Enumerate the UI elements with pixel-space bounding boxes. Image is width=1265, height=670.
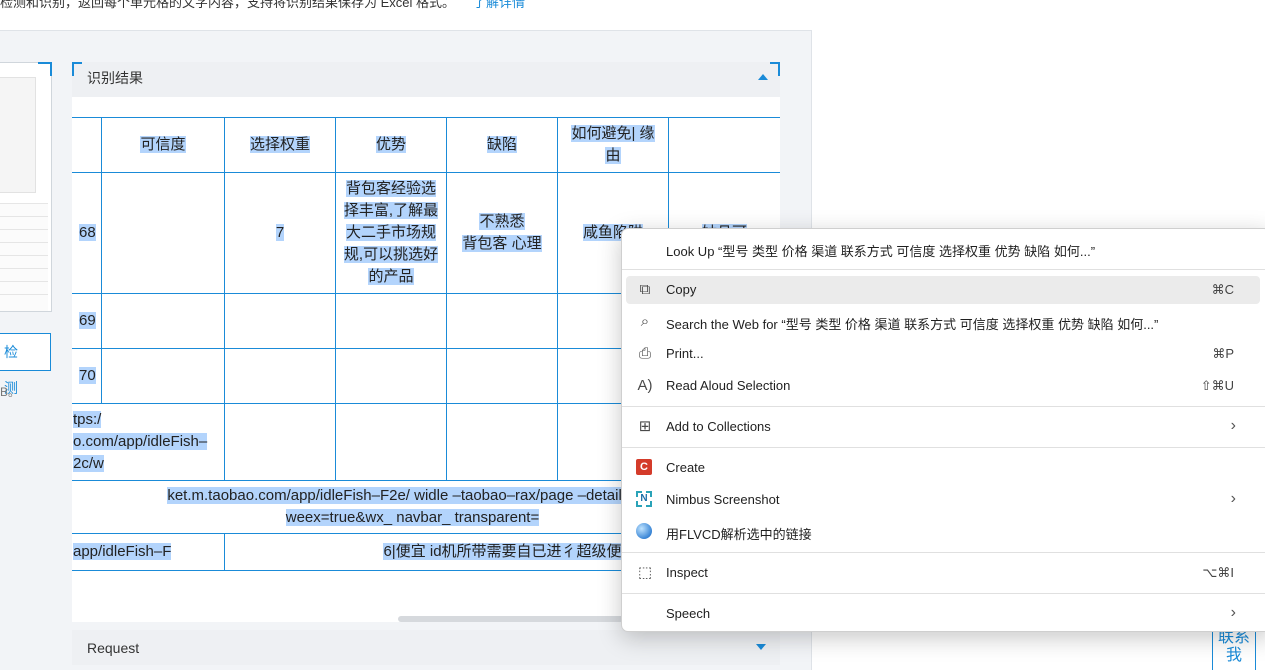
table-cell [101, 293, 225, 349]
menu-label: Read Aloud Selection [666, 378, 791, 393]
table-header-cell [668, 117, 780, 173]
menu-item-copy[interactable]: ⧉ Copy ⌘C [626, 276, 1260, 304]
menu-item-nimbus-screenshot[interactable]: N Nimbus Screenshot › [626, 486, 1260, 514]
table-cell [224, 348, 336, 404]
table-cell [224, 293, 336, 349]
table-header-row: 可信度 选择权重 优势 缺陷 如何避免| 缘由 [72, 117, 780, 173]
result-title: 识别结果 [87, 70, 143, 86]
menu-label: Copy [666, 282, 697, 297]
page: 检测和识别，返回每个单元格的文字内容，支持将识别结果保存为 Excel 格式。 了… [0, 0, 1265, 670]
read-aloud-icon: A) [637, 377, 653, 394]
table-cell: 69 [72, 293, 102, 349]
table-cell [72, 117, 102, 173]
menu-label: Look Up “型号 类型 价格 渠道 联系方式 可信度 选择权重 优势 缺陷… [666, 244, 1096, 259]
menu-item-add-collections[interactable]: ⊞ Add to Collections › [626, 413, 1260, 441]
menu-label: 用FLVCD解析选中的链接 [666, 527, 812, 542]
document-preview [0, 77, 36, 193]
size-note: B。 [0, 385, 21, 399]
menu-item-print[interactable]: ⎙ Print... ⌘P [626, 340, 1260, 368]
table-header-cell: 如何避免| 缘由 [557, 117, 669, 173]
service-description: 检测和识别，返回每个单元格的文字内容，支持将识别结果保存为 Excel 格式。 了… [0, 0, 525, 10]
menu-separator [622, 447, 1265, 448]
table-header-cell: 可信度 [101, 117, 225, 173]
printer-icon: ⎙ [638, 345, 651, 362]
table-cell [446, 293, 558, 349]
menu-label: Inspect [666, 565, 708, 580]
table-header-cell: 缺陷 [446, 117, 558, 173]
menu-shortcut: ⌥⌘I [1202, 565, 1234, 580]
request-title: Request [87, 640, 140, 656]
table-cell [446, 403, 558, 481]
table-cell [101, 172, 225, 294]
table-cell [335, 403, 447, 481]
result-header[interactable]: 识别结果 [72, 62, 780, 97]
table-cell: 68 [72, 172, 102, 294]
menu-item-read-aloud[interactable]: A) Read Aloud Selection ⇧⌘U [626, 372, 1260, 400]
table-cell: 70 [72, 348, 102, 404]
create-extension-icon: C [636, 459, 652, 475]
menu-shortcut: ⌘C [1211, 282, 1234, 297]
table-cell [335, 293, 447, 349]
table-cell: 7 [224, 172, 336, 294]
table-cell: 背包客经验选择丰富,了解最大二手市场规规,可以挑选好的产品 [335, 172, 447, 294]
context-menu: Look Up “型号 类型 价格 渠道 联系方式 可信度 选择权重 优势 缺陷… [621, 228, 1265, 632]
menu-label: Speech [666, 606, 711, 621]
menu-item-flvcd[interactable]: 用FLVCD解析选中的链接 [626, 518, 1260, 546]
menu-label: Create [666, 460, 706, 475]
table-cell [335, 348, 447, 404]
table-header-cell: 优势 [335, 117, 447, 173]
menu-separator [622, 269, 1265, 270]
menu-item-speech[interactable]: Speech › [626, 600, 1260, 628]
flvcd-globe-icon [636, 523, 652, 539]
submenu-chevron-icon: › [1230, 490, 1236, 507]
request-section-header[interactable]: Request [72, 630, 780, 665]
menu-item-inspect[interactable]: ⬚ Inspect ⌥⌘I [626, 559, 1260, 587]
menu-label: Print... [666, 346, 704, 361]
horizontal-scrollbar[interactable] [398, 616, 628, 622]
menu-item-create[interactable]: C Create [626, 454, 1260, 482]
menu-separator [622, 552, 1265, 553]
panel-corner-right [770, 62, 780, 76]
document-preview-table [0, 203, 48, 311]
table-cell: 不熟悉 背包客 心理 [446, 172, 558, 294]
nimbus-icon: N [636, 491, 652, 507]
menu-item-search-web[interactable]: ⌕ Search the Web for “型号 类型 价格 渠道 联系方式 可… [626, 308, 1260, 336]
submenu-chevron-icon: › [1230, 417, 1236, 434]
inspect-icon: ⬚ [637, 564, 653, 581]
thumbnail-corner-marker [38, 62, 52, 76]
menu-label: Add to Collections [666, 419, 771, 434]
menu-separator [622, 593, 1265, 594]
menu-separator [622, 406, 1265, 407]
expand-arrow-icon[interactable] [756, 644, 766, 650]
description-text: 检测和识别，返回每个单元格的文字内容，支持将识别结果保存为 Excel 格式。 [0, 0, 456, 10]
menu-item-look-up[interactable]: Look Up “型号 类型 价格 渠道 联系方式 可信度 选择权重 优势 缺陷… [626, 235, 1260, 263]
collections-icon: ⊞ [638, 418, 652, 435]
table-cell [101, 348, 225, 404]
table-cell [224, 403, 336, 481]
copy-icon: ⧉ [639, 281, 651, 298]
panel-corner-left [72, 62, 82, 76]
image-thumbnail[interactable] [0, 62, 52, 312]
table-cell: tps:/ o.com/app/idleFish– 2c/w [72, 403, 225, 481]
table-cell: app/idleFish–F [72, 533, 225, 571]
menu-label: Nimbus Screenshot [666, 492, 780, 507]
menu-shortcut: ⇧⌘U [1200, 378, 1234, 393]
menu-label: Search the Web for “型号 类型 价格 渠道 联系方式 可信度… [666, 317, 1159, 332]
submenu-chevron-icon: › [1230, 604, 1236, 621]
table-header-cell: 选择权重 [224, 117, 336, 173]
search-icon: ⌕ [640, 313, 650, 330]
menu-shortcut: ⌘P [1212, 346, 1234, 361]
table-cell [446, 348, 558, 404]
collapse-arrow-icon[interactable] [758, 74, 768, 80]
detect-button[interactable]: 检测 [0, 333, 51, 396]
learn-more-link[interactable]: 了解详情 [473, 0, 525, 10]
